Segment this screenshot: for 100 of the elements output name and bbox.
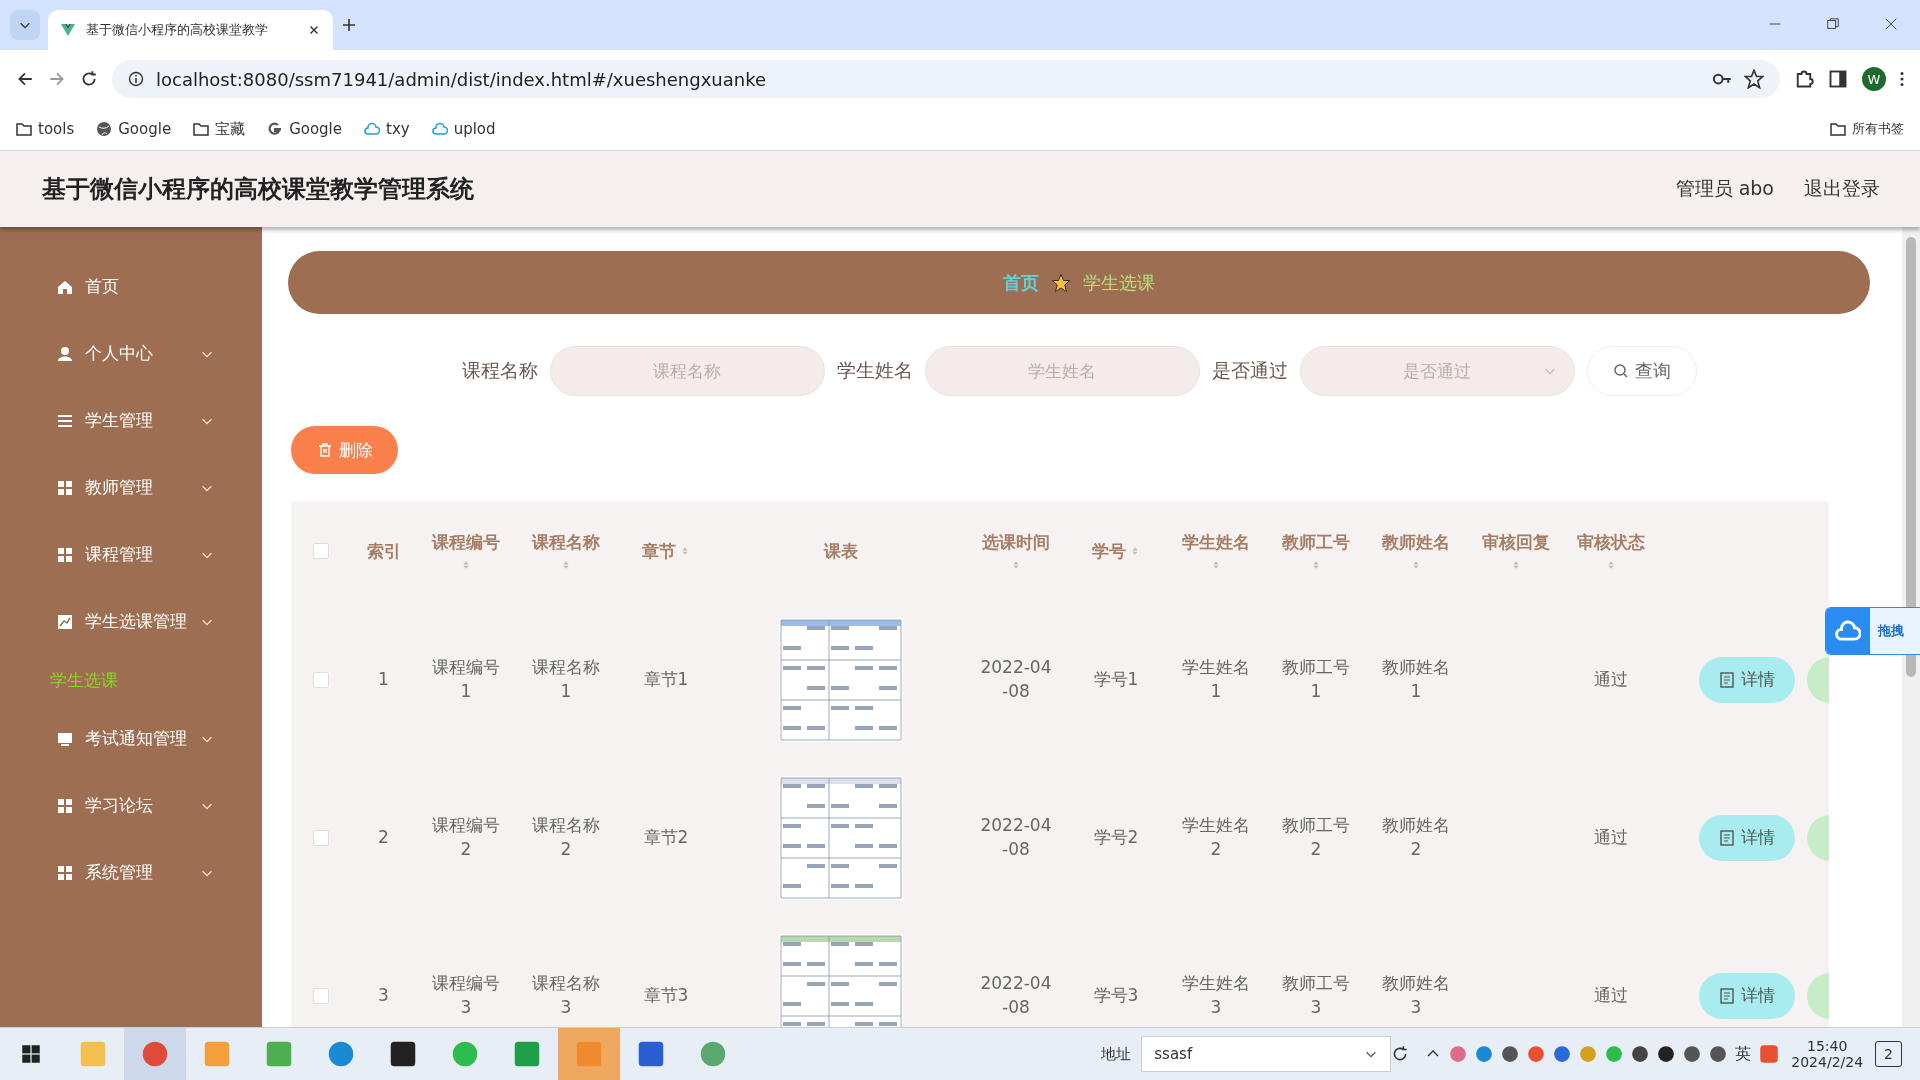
course-number-cell-text: 课程编号1 — [431, 656, 501, 703]
column-header[interactable]: 选课时间 — [966, 501, 1066, 601]
close-icon — [1884, 17, 1898, 31]
all-bookmarks[interactable]: 所有书签 — [1830, 120, 1904, 138]
logout-link[interactable]: 退出登录 — [1804, 176, 1880, 202]
detail-button[interactable]: 详情 — [1699, 657, 1795, 703]
select-field[interactable]: 是否通过 — [1299, 346, 1575, 396]
restore-icon — [1826, 17, 1840, 31]
sidebar-item[interactable]: 个人中心 — [0, 320, 262, 387]
student-number-cell: 学号1 — [1093, 668, 1139, 692]
column-header[interactable]: 审核回复 — [1466, 501, 1566, 601]
teacher-name-cell-text: 教师姓名2 — [1381, 814, 1451, 861]
input-field[interactable]: 课程名称 — [549, 346, 825, 396]
index-cell: 3 — [378, 984, 389, 1008]
sidebar-item[interactable]: 教师管理 — [0, 454, 262, 521]
delete-button[interactable]: 删除 — [291, 426, 398, 474]
course-name-cell-text: 课程名称3 — [531, 972, 601, 1019]
sidebar-item[interactable]: 系统管理 — [0, 839, 262, 906]
column-header[interactable]: 审核状态 — [1566, 501, 1656, 601]
new-tab-icon — [341, 17, 357, 33]
teacher-number-cell-text: 教师工号2 — [1281, 814, 1351, 861]
tray-icon — [1501, 1045, 1520, 1063]
detail-button[interactable]: 详情 — [1699, 815, 1795, 861]
app-icon — [513, 1040, 541, 1068]
course-name-cell-text: 课程名称1 — [531, 656, 601, 703]
search-button[interactable]: 查询 — [1586, 346, 1697, 396]
tray-icon — [1527, 1045, 1546, 1063]
column-header[interactable]: 学生姓名 — [1166, 501, 1266, 601]
grid-icon — [57, 797, 73, 814]
profile-avatar[interactable]: W — [1862, 67, 1886, 91]
breadcrumb-link[interactable]: 首页 — [1003, 270, 1039, 295]
bookmark[interactable]: Google — [267, 120, 343, 138]
student-number-cell: 学号3 — [1093, 984, 1139, 1008]
bookmark[interactable]: 宝藏 — [193, 119, 246, 139]
student-number-cell: 学号2 — [1093, 826, 1139, 850]
column-header[interactable]: 索引 — [351, 501, 416, 601]
tray-icon — [1683, 1045, 1702, 1063]
input-method[interactable]: 英 — [1735, 1043, 1752, 1065]
user-label: 管理员 abo — [1675, 176, 1774, 201]
sidebar-item[interactable]: 学生管理 — [0, 387, 262, 454]
input-field[interactable]: 学生姓名 — [924, 346, 1200, 396]
address-field[interactable]: ssasf — [1141, 1036, 1392, 1072]
star-icon — [1051, 272, 1071, 293]
bookmark[interactable]: tools — [16, 120, 75, 138]
sidebar-subitem[interactable]: 学生选课 — [0, 655, 262, 705]
cloud-icon — [431, 121, 448, 137]
course-name-cell-text: 课程名称2 — [531, 814, 601, 861]
tab-list-button[interactable] — [10, 10, 40, 40]
student-name-cell-text: 学生姓名2 — [1181, 814, 1251, 861]
address-bar[interactable]: localhost:8080/ssm71941/admin/dist/index.html#/xueshengxuanke — [112, 60, 1780, 98]
filter-label: 学生姓名 — [836, 358, 913, 383]
sidebar-item[interactable]: 学生选课管理 — [0, 588, 262, 655]
column-header[interactable]: 章节 — [616, 501, 716, 601]
vue-icon — [60, 22, 76, 38]
teacher-number-cell-text: 教师工号1 — [1281, 656, 1351, 703]
checkbox[interactable] — [313, 988, 329, 1004]
clock[interactable]: 15:40 2024/2/24 — [1791, 1038, 1864, 1070]
grid-icon — [57, 546, 73, 563]
column-header[interactable]: 课程编号 — [416, 501, 516, 601]
course-number-cell-text: 课程编号3 — [431, 972, 501, 1019]
sidebar-item[interactable]: 课程管理 — [0, 521, 262, 588]
upload-widget[interactable]: 拖拽 — [1825, 607, 1920, 655]
refresh-icon — [1391, 1045, 1410, 1063]
bookmark[interactable]: Google — [96, 120, 172, 138]
column-header[interactable]: 学号 — [1066, 501, 1166, 601]
teacher-number-cell-text: 教师工号3 — [1281, 972, 1351, 1019]
back-icon — [16, 70, 34, 88]
chapter-cell: 章节1 — [643, 668, 689, 692]
notification-button[interactable]: 2 — [1875, 1041, 1902, 1067]
app-icon — [637, 1040, 665, 1068]
breadcrumb-link[interactable]: 学生选课 — [1083, 270, 1155, 295]
sidebar-item[interactable]: 学习论坛 — [0, 772, 262, 839]
document-icon — [1719, 672, 1735, 688]
extensions-icon — [1794, 69, 1814, 89]
column-header[interactable]: 课表 — [716, 501, 966, 601]
sidebar-item[interactable]: 首页 — [0, 253, 262, 320]
tray-icon — [1579, 1045, 1598, 1063]
checkbox[interactable] — [313, 672, 329, 688]
status-cell: 通过 — [1594, 668, 1628, 692]
detail-button[interactable]: 详情 — [1699, 973, 1795, 1019]
home-icon — [57, 278, 73, 295]
column-header[interactable]: 教师工号 — [1266, 501, 1366, 601]
tray-icon — [1475, 1045, 1494, 1063]
checkbox[interactable] — [313, 543, 329, 559]
document-icon — [1719, 988, 1735, 1004]
app-title: 基于微信小程序的高校课堂教学管理系统 — [42, 174, 475, 205]
column-header[interactable]: 课程名称 — [516, 501, 616, 601]
scrollbar[interactable] — [1902, 227, 1920, 1027]
sidebar-item[interactable]: 考试通知管理 — [0, 705, 262, 772]
column-header[interactable]: 教师姓名 — [1366, 501, 1466, 601]
browser-tab[interactable]: 基于微信小程序的高校课堂教学 — [48, 10, 333, 50]
chapter-cell: 章节2 — [643, 826, 689, 850]
search-icon — [1612, 363, 1629, 379]
list-icon — [57, 412, 73, 429]
grid-icon — [57, 864, 73, 881]
cloud-icon — [1835, 618, 1861, 644]
bookmark[interactable]: uplod — [431, 120, 496, 138]
filter-label: 是否通过 — [1211, 358, 1288, 383]
checkbox[interactable] — [313, 830, 329, 846]
bookmark[interactable]: txy — [364, 120, 410, 138]
